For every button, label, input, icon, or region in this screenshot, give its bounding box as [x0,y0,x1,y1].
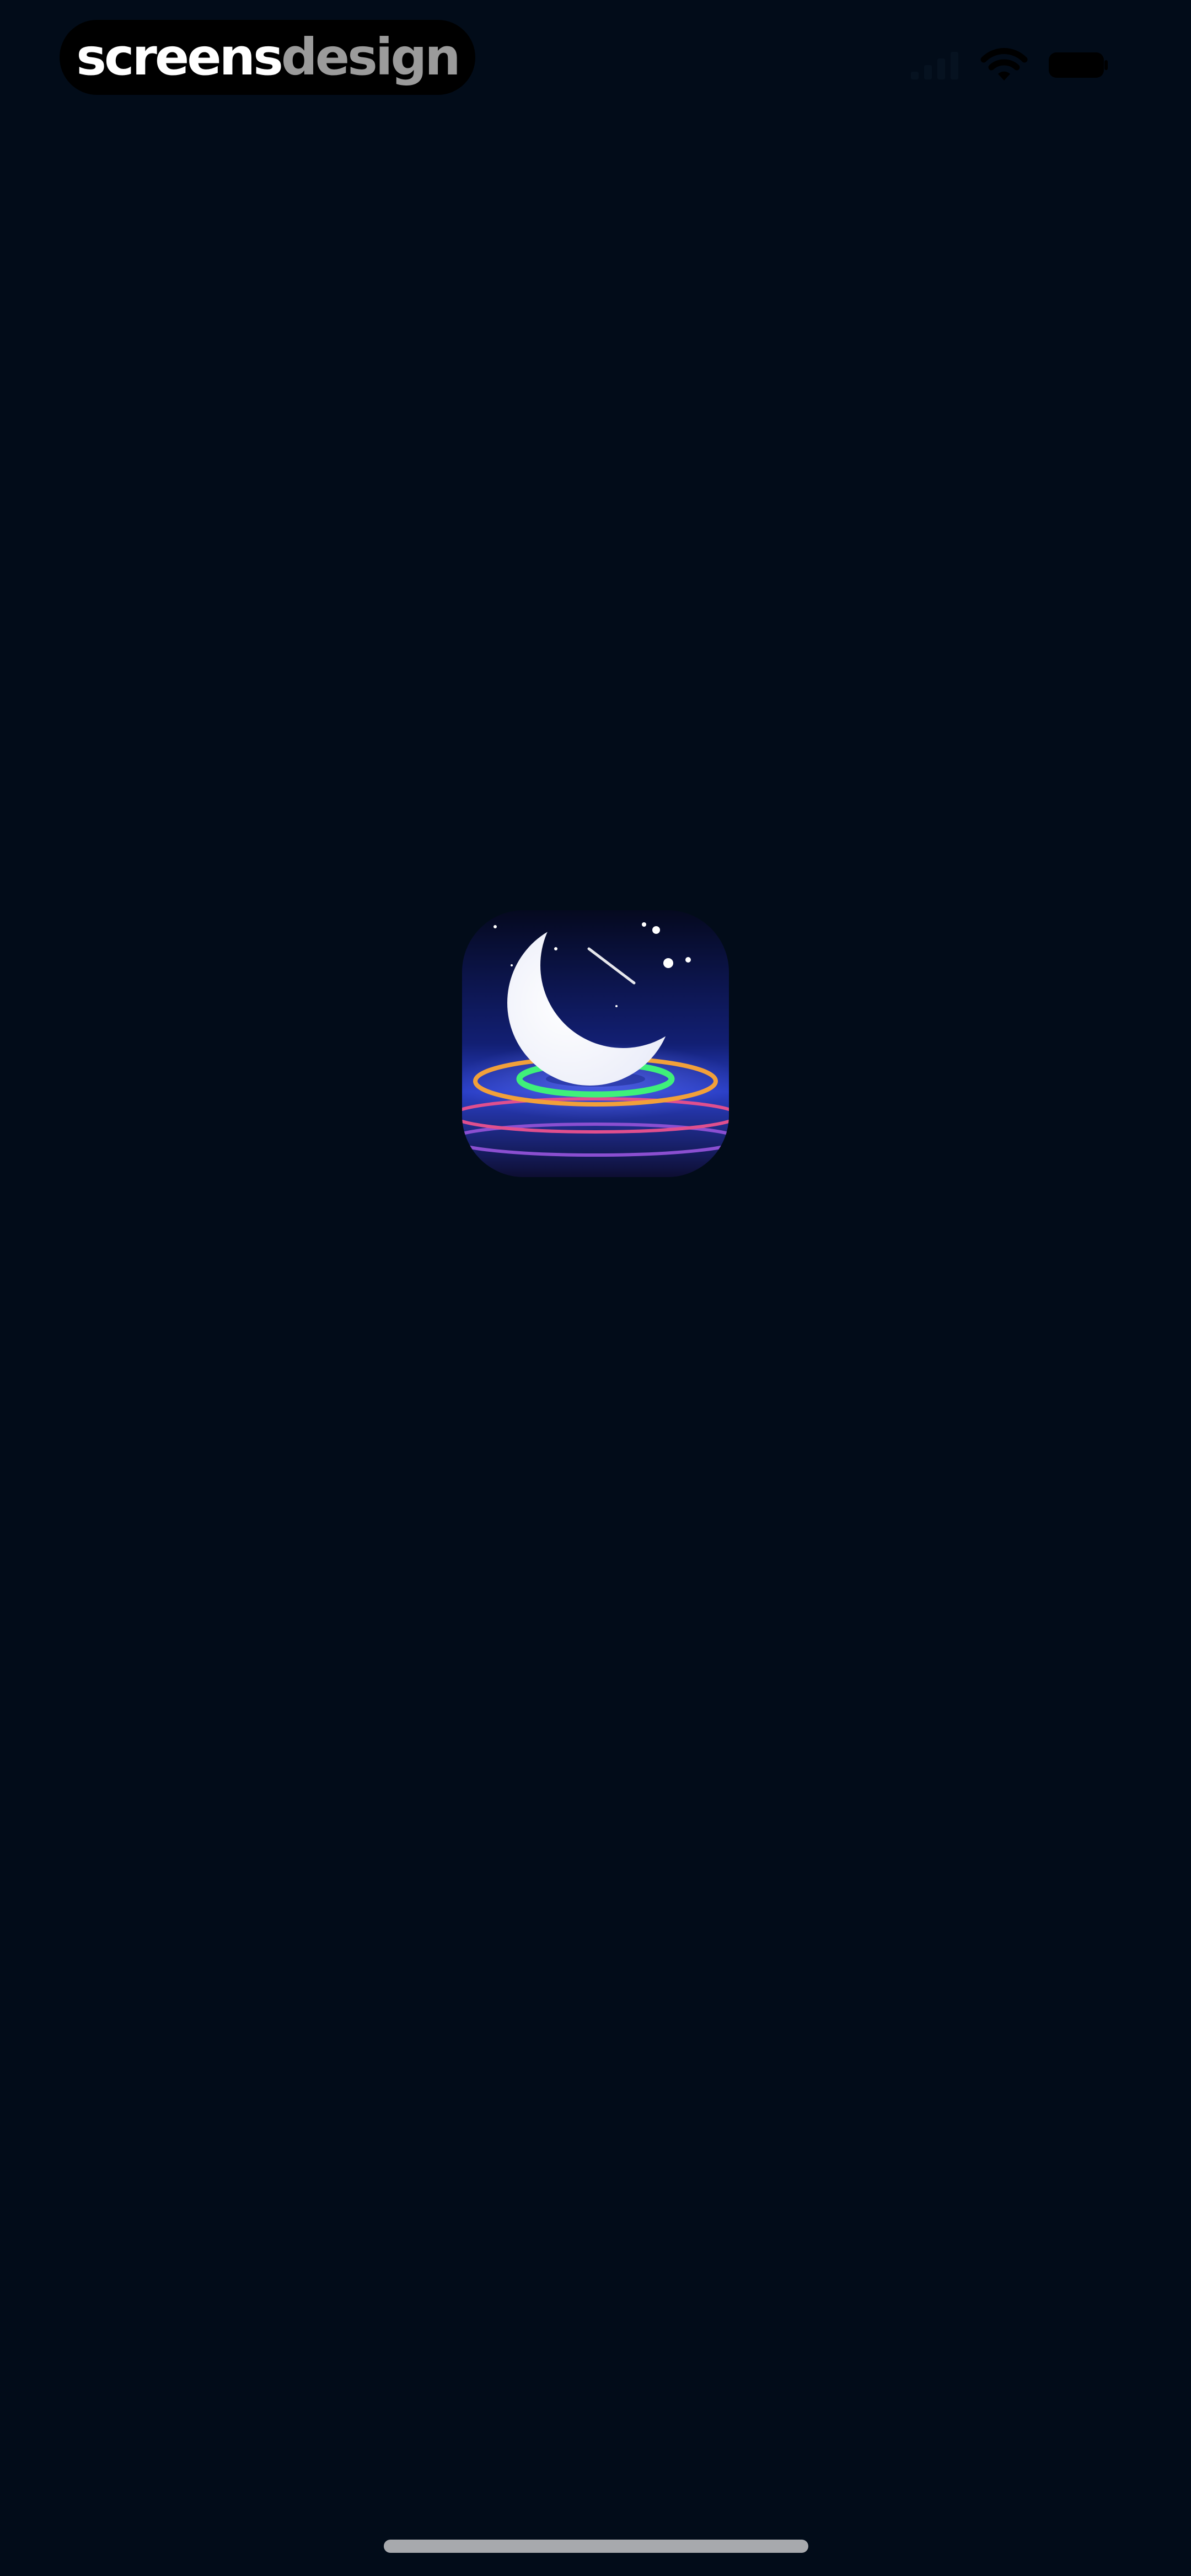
home-indicator[interactable] [384,2540,808,2553]
battery-icon [1048,50,1108,80]
wifi-icon [979,47,1029,83]
crescent-moon-app-icon [462,910,729,1177]
cellular-signal-icon [911,49,961,82]
status-bar [911,47,1108,83]
watermark-part-2: design [281,28,461,87]
watermark-part-1: screens [76,28,283,87]
screensdesign-watermark: screens design [60,20,475,95]
